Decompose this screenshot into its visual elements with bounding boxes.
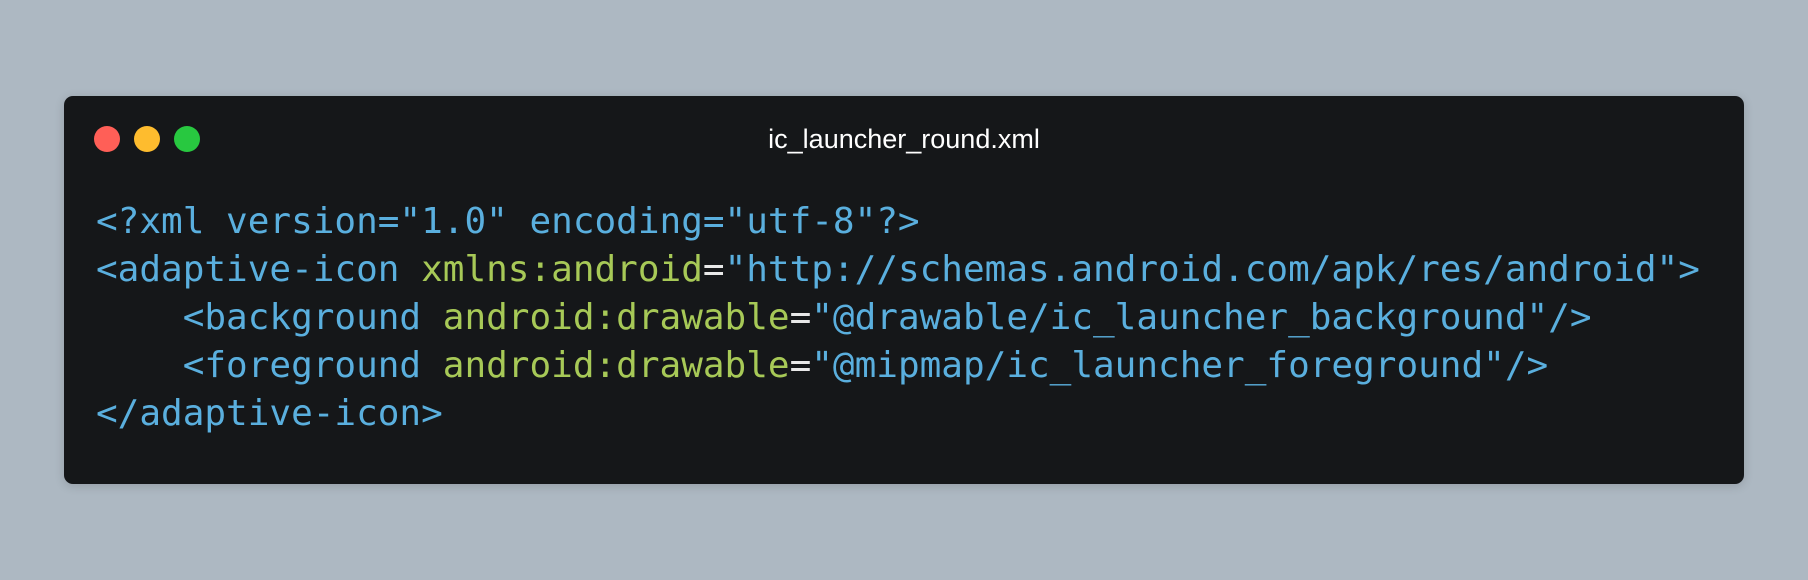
equals-sign: = xyxy=(789,345,812,386)
closing-tag: </adaptive-icon> xyxy=(96,393,443,434)
tag-open: <background xyxy=(96,297,443,338)
code-line-5: </adaptive-icon> xyxy=(96,390,1700,438)
attribute-name: android:drawable xyxy=(442,345,790,386)
code-block: <?xml version="1.0" encoding="utf-8"?> <a… xyxy=(96,198,1700,438)
xml-declaration: <?xml version="1.0" encoding="utf-8"?> xyxy=(96,201,920,242)
code-line-1: <?xml version="1.0" encoding="utf-8"?> xyxy=(96,198,1700,246)
attribute-name: xmlns:android xyxy=(421,249,703,290)
tag-open: <adaptive-icon xyxy=(96,249,422,290)
attribute-value: "@mipmap/ic_launcher_foreground"/> xyxy=(811,345,1549,386)
equals-sign: = xyxy=(789,297,812,338)
attribute-value: "http://schemas.android.com/apk/res/andr… xyxy=(724,249,1700,290)
tag-open: <foreground xyxy=(96,345,443,386)
page-background: { "window": { "title": "ic_launcher_roun… xyxy=(0,0,1808,580)
attribute-name: android:drawable xyxy=(442,297,790,338)
code-line-3: <background android:drawable="@drawable/… xyxy=(96,294,1700,342)
attribute-value: "@drawable/ic_launcher_background"/> xyxy=(811,297,1592,338)
equals-sign: = xyxy=(702,249,725,290)
window-title: ic_launcher_round.xml xyxy=(768,124,1040,154)
code-line-2: <adaptive-icon xmlns:android="http://sch… xyxy=(96,246,1700,294)
code-window: ic_launcher_round.xml <?xml version="1.0… xyxy=(64,96,1744,484)
code-line-4: <foreground android:drawable="@mipmap/ic… xyxy=(96,342,1700,390)
